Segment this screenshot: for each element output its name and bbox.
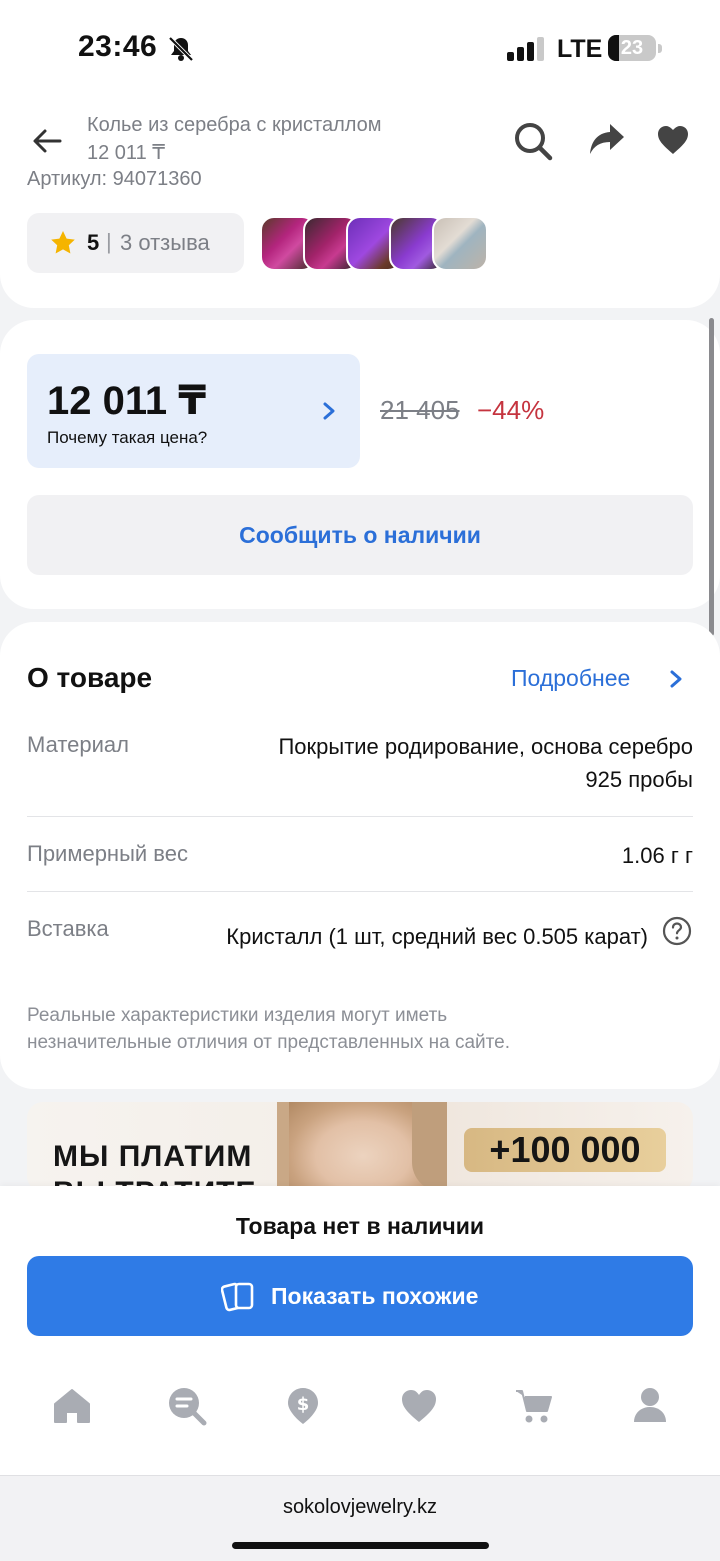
bottom-bar: Товара нет в наличии Показать похожие $ bbox=[0, 1186, 720, 1475]
chevron-right-icon[interactable] bbox=[668, 669, 684, 689]
status-time: 23:46 bbox=[78, 30, 158, 63]
banner-image bbox=[412, 1102, 447, 1192]
spec-label-insert: Вставка bbox=[27, 916, 109, 941]
battery-level: 23 bbox=[620, 37, 644, 59]
url-text[interactable]: sokolovjewelry.kz bbox=[0, 1496, 720, 1519]
divider bbox=[27, 891, 693, 892]
spec-value-material-line1: Покрытие родирование, основа серебро bbox=[278, 734, 693, 759]
search-icon[interactable] bbox=[512, 120, 554, 162]
more-details-link[interactable]: Подробнее bbox=[511, 665, 630, 692]
battery-icon: 23 bbox=[608, 35, 662, 61]
spec-value-material: Покрытие родирование, основа серебро 925… bbox=[278, 730, 693, 796]
product-title: Колье из серебра с кристаллом bbox=[87, 114, 382, 136]
divider bbox=[27, 816, 693, 817]
review-photo[interactable] bbox=[432, 216, 488, 271]
banner-bonus: +100 000 bbox=[464, 1128, 666, 1172]
cards-icon bbox=[221, 1282, 254, 1312]
bonus-icon[interactable]: $ bbox=[283, 1386, 323, 1426]
heart-icon[interactable] bbox=[656, 124, 690, 156]
scrollbar[interactable] bbox=[709, 318, 714, 636]
disclaimer-text: Реальные характеристики изделия могут им… bbox=[27, 1005, 510, 1053]
help-icon[interactable] bbox=[662, 916, 692, 946]
star-icon bbox=[51, 231, 75, 254]
spec-label-material: Материал bbox=[27, 732, 129, 757]
profile-icon[interactable] bbox=[630, 1386, 670, 1426]
promo-banner[interactable]: МЫ ПЛАТИМ ВЫ ТРАТИТЕ +100 000 bbox=[27, 1102, 693, 1192]
spec-value-weight: 1.06 г г bbox=[621, 843, 693, 868]
catalog-search-icon[interactable] bbox=[167, 1386, 207, 1426]
header-price: 12 011 ₸ bbox=[87, 142, 165, 164]
favorites-icon[interactable] bbox=[399, 1386, 439, 1426]
about-title: О товаре bbox=[27, 662, 153, 693]
product-header: Колье из серебра с кристаллом 12 011 ₸ А… bbox=[0, 100, 720, 308]
show-similar-label: Показать похожие bbox=[271, 1283, 479, 1309]
spec-label-weight: Примерный вес bbox=[27, 841, 188, 866]
svg-text:$: $ bbox=[297, 1394, 310, 1415]
chevron-right-icon bbox=[323, 402, 335, 420]
spec-value-material-line2: 925 пробы bbox=[585, 767, 693, 792]
home-icon[interactable] bbox=[52, 1386, 92, 1426]
about-card: О товаре Подробнее Материал Покрытие род… bbox=[0, 622, 720, 1089]
rating-value: 5 bbox=[87, 230, 100, 255]
browser-url-bar[interactable]: sokolovjewelry.kz bbox=[0, 1475, 720, 1561]
discount-badge: −44% bbox=[477, 395, 545, 425]
network-label: LTE bbox=[557, 35, 603, 63]
price-card: 12 011 ₸ Почему такая цена? 21 405 −44% … bbox=[0, 320, 720, 609]
price-why-link: Почему такая цена? bbox=[47, 428, 208, 447]
notify-availability-button[interactable]: Сообщить о наличии bbox=[27, 495, 693, 575]
current-price: 12 011 ₸ bbox=[47, 379, 207, 423]
old-price: 21 405 bbox=[380, 395, 460, 425]
review-photos[interactable] bbox=[260, 216, 492, 271]
cart-icon[interactable] bbox=[514, 1386, 554, 1426]
home-indicator[interactable] bbox=[232, 1542, 489, 1549]
back-arrow-icon[interactable] bbox=[30, 124, 64, 158]
price-info-button[interactable]: 12 011 ₸ Почему такая цена? bbox=[27, 354, 360, 468]
show-similar-button[interactable]: Показать похожие bbox=[27, 1256, 693, 1336]
share-icon[interactable] bbox=[588, 122, 626, 158]
status-bar: 23:46 LTE 23 bbox=[0, 0, 720, 100]
spec-value-insert: Кристалл (1 шт, средний вес 0.505 карат) bbox=[226, 924, 648, 949]
banner-line1: МЫ ПЛАТИМ bbox=[53, 1140, 253, 1173]
out-of-stock-label: Товара нет в наличии bbox=[235, 1213, 485, 1239]
signal-icon bbox=[507, 37, 544, 61]
bell-off-icon bbox=[168, 36, 194, 62]
reviews-count: 3 отзыва bbox=[120, 230, 210, 255]
rating-separator: | bbox=[106, 229, 112, 254]
article-number: Артикул: 94071360 bbox=[27, 168, 202, 190]
rating-chip[interactable]: 5 | 3 отзыва bbox=[27, 213, 244, 273]
